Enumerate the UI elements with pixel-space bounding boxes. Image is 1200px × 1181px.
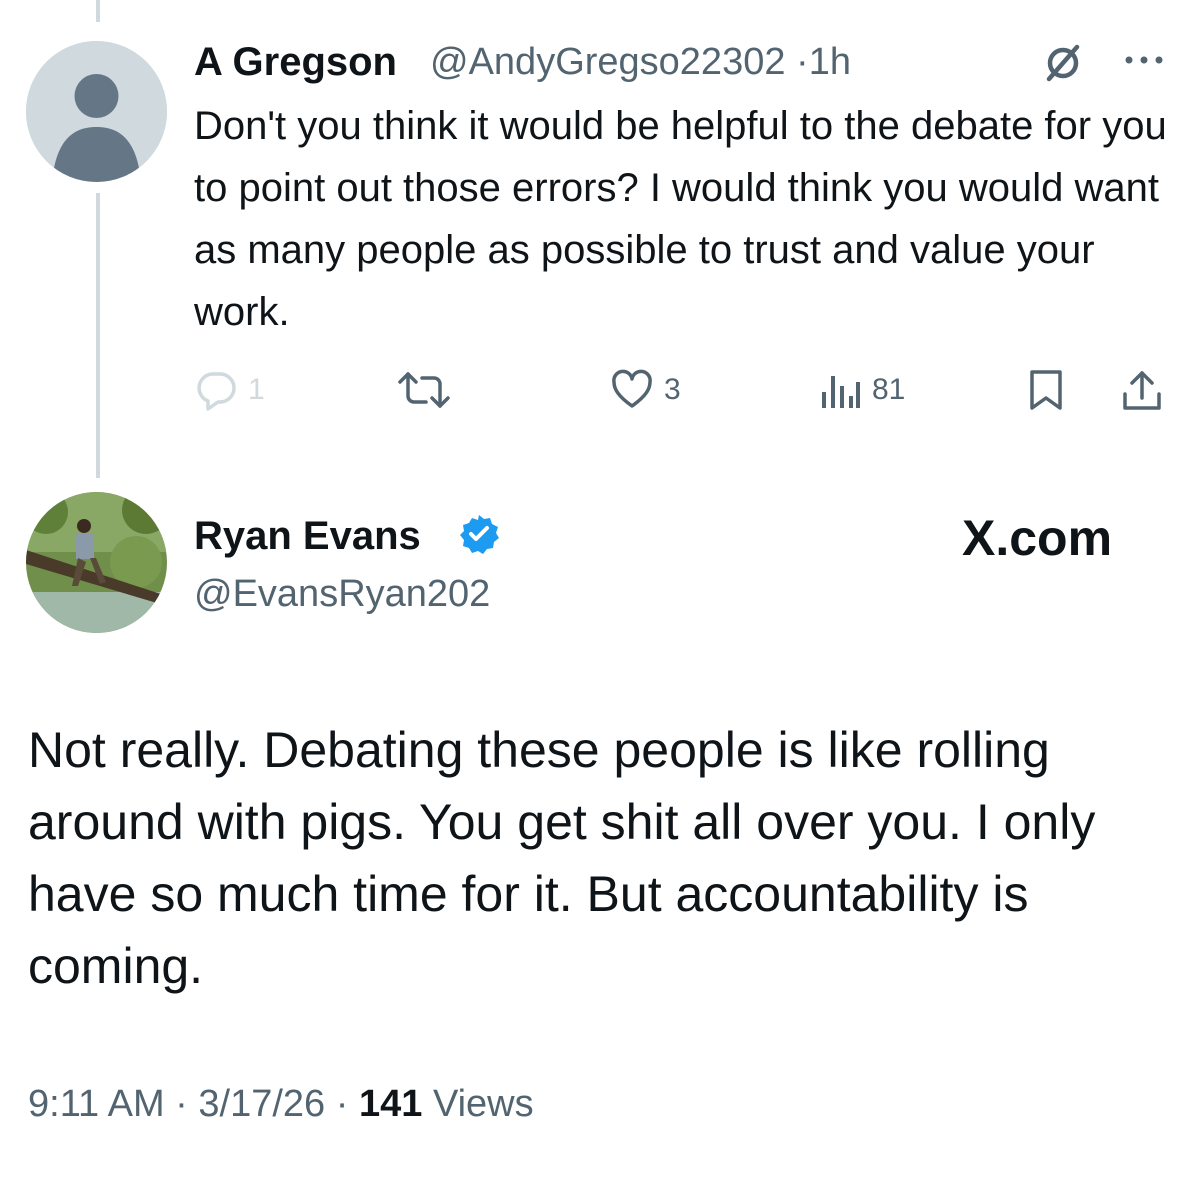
reply-author-meta[interactable]: @AndyGregso22302 ·1h [430,38,851,86]
post-date[interactable]: 3/17/26 [198,1083,325,1125]
reply-author-name[interactable]: A Gregson [194,38,397,86]
share-button[interactable] [1120,368,1164,412]
like-count: 3 [664,373,681,406]
post-time[interactable]: 9:11 AM [28,1083,165,1125]
bookmark-icon [1026,368,1066,412]
post-views-count[interactable]: 141 [359,1083,422,1125]
bookmark-button[interactable] [1026,368,1066,412]
thread-line [96,193,100,478]
separator-dot: · [175,1083,188,1125]
views-count: 81 [872,373,906,406]
reply-author-handle[interactable]: @AndyGregso22302 [430,41,785,83]
retweet-button[interactable] [396,368,452,412]
like-button[interactable]: 3 [610,368,681,412]
profile-photo[interactable] [26,492,167,633]
views-icon [818,368,862,412]
share-icon [1120,368,1164,412]
reply-count: 1 [248,373,265,406]
post-metadata: 9:11 AM · 3/17/26 · 141 Views [28,1080,534,1128]
separator-dot: · [335,1083,349,1125]
post-author-handle[interactable]: @EvansRyan202 [194,570,490,618]
reply-text: Don't you think it would be helpful to t… [194,104,1167,334]
post-author-name[interactable]: Ryan Evans [194,512,421,560]
reply-icon [194,368,238,412]
x-com-watermark: X.com [962,510,1113,566]
grok-icon[interactable] [1042,42,1084,84]
reply-time[interactable]: 1h [809,41,851,83]
thread-line-top [96,0,100,22]
retweet-icon [396,368,452,412]
reply-button[interactable]: 1 [194,368,265,412]
reply-action-bar: 1 3 81 [0,362,1200,418]
more-icon[interactable] [1122,50,1166,70]
views-button[interactable]: 81 [818,368,905,412]
verified-badge-icon[interactable] [458,513,500,555]
default-avatar[interactable] [26,41,167,182]
separator-dot: · [796,41,809,83]
post-text: Not really. Debating these people is lik… [28,722,1096,994]
like-icon [610,368,654,412]
post-views-label: Views [432,1083,534,1125]
